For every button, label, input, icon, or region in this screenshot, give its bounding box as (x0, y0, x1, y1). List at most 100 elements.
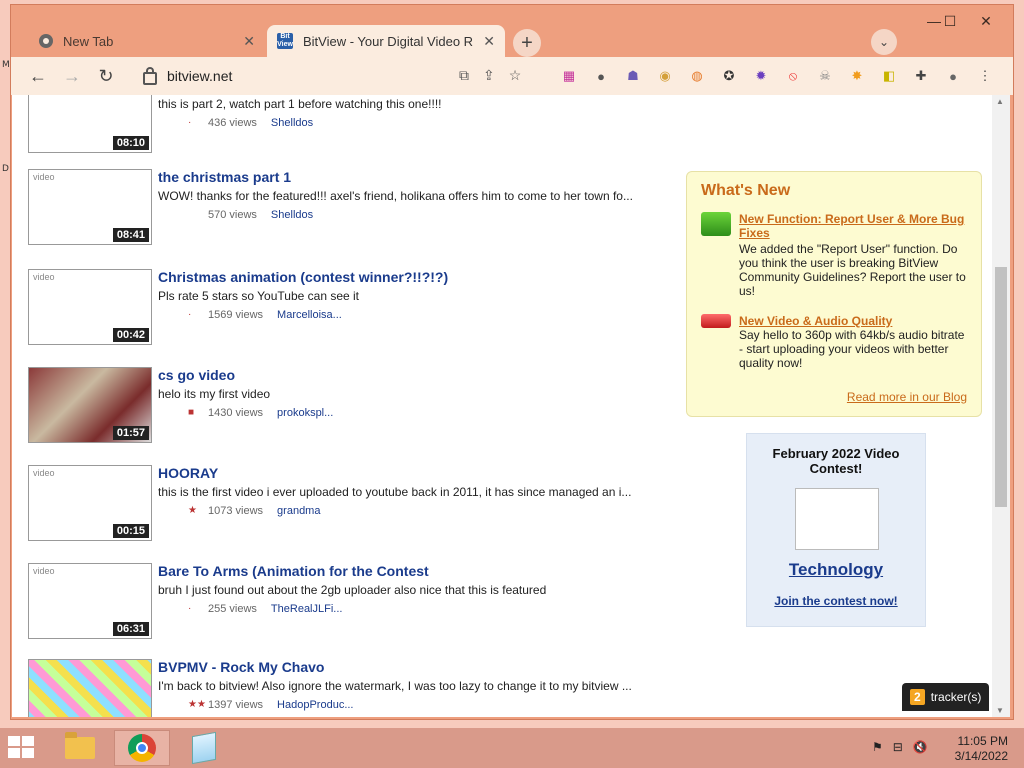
new-tab-button[interactable]: + (513, 29, 541, 57)
tracker-badge[interactable]: 2 tracker(s) (902, 683, 990, 711)
clock[interactable]: 11:05 PM 3/14/2022 (955, 734, 1008, 764)
join-contest-link[interactable]: Join the contest now! (747, 594, 925, 608)
video-icon (701, 314, 731, 328)
bitview-icon: Bit View (277, 33, 293, 49)
scroll-up-icon[interactable]: ▲ (996, 97, 1004, 106)
puzzle-ext-icon[interactable]: ✚ (911, 67, 931, 85)
read-more-link[interactable]: Read more in our Blog (847, 390, 967, 404)
uploader-link[interactable]: Shelldos (271, 117, 313, 129)
network-icon[interactable]: ⊟ (893, 740, 903, 754)
profile-icon[interactable]: ● (943, 67, 963, 85)
view-count: 1569 views (208, 309, 264, 321)
tab-search-button[interactable]: ⌄ (871, 29, 897, 55)
uploader-link[interactable]: TheRealJLFi... (271, 603, 343, 615)
uploader-link[interactable]: grandma (277, 505, 320, 517)
page-scrollbar[interactable]: ▲ ▼ (992, 95, 1010, 717)
system-tray: ⚑ ⊟ 🔇 (872, 740, 928, 754)
rating-icon: ★★ (188, 699, 206, 710)
extensions-row: ▦ ● ☗ ◉ ◍ ✪ ✹ ⦸ ☠ ✸ ◧ ✚ ● ⋮ (559, 67, 995, 85)
video-description: helo its my first video (158, 387, 271, 401)
video-title-link[interactable]: BVPMV - Rock My Chavo (158, 659, 324, 675)
video-duration: 01:57 (112, 426, 149, 440)
video-thumbnail[interactable]: video 06:31 (28, 563, 152, 639)
video-meta: 1397 views HadopProduc... (208, 699, 353, 711)
lock-icon[interactable] (143, 66, 157, 85)
sun-ext-icon[interactable]: ✸ (847, 67, 867, 85)
scroll-thumb[interactable] (995, 267, 1007, 507)
close-window-button[interactable]: ✕ (971, 13, 1001, 30)
tab-bitview[interactable]: Bit View BitView - Your Digital Video Re… (267, 25, 505, 57)
uploader-link[interactable]: HadopProduc... (277, 699, 353, 711)
close-icon[interactable]: ✕ (483, 33, 495, 50)
hat-ext-icon[interactable]: ● (591, 67, 611, 85)
uploader-link[interactable]: Marcelloisa... (277, 309, 342, 321)
close-icon[interactable]: ✕ (243, 33, 255, 50)
tab-strip: New Tab ✕ Bit View BitView - Your Digita… (11, 5, 1013, 57)
news-link[interactable]: New Function: Report User & More Bug Fix… (739, 212, 971, 240)
video-description: this is part 2, watch part 1 before watc… (158, 97, 442, 111)
contest-theme-link[interactable]: Technology (747, 560, 925, 580)
video-description: bruh I just found out about the 2gb uplo… (158, 583, 547, 597)
video-meta: 1430 views prokokspl... (208, 407, 333, 419)
video-title-link[interactable]: Bare To Arms (Animation for the Contest (158, 563, 429, 579)
rating-icon: · (188, 117, 192, 128)
update-icon (701, 212, 731, 236)
uploader-link[interactable]: prokokspl... (277, 407, 333, 419)
video-row: video 00:42 Christmas animation (contest w… (28, 269, 668, 349)
video-row: video 06:31 Bare To Arms (Animation for th… (28, 563, 668, 643)
video-description: I'm back to bitview! Also ignore the wat… (158, 679, 632, 693)
address-text[interactable]: bitview.net (167, 68, 232, 84)
back-button[interactable]: ← (23, 66, 53, 87)
video-thumbnail[interactable]: video 08:41 (28, 169, 152, 245)
uploader-link[interactable]: Shelldos (271, 209, 313, 221)
share-icon[interactable]: ⇪ (483, 67, 495, 84)
chrome-taskbar-button[interactable] (114, 730, 170, 766)
video-thumbnail[interactable]: video 00:42 (28, 269, 152, 345)
video-thumbnail[interactable]: video 00:15 (28, 465, 152, 541)
tracker-label: tracker(s) (930, 690, 982, 704)
bookmark-star-icon[interactable]: ☆ (509, 67, 522, 84)
forward-button[interactable]: → (57, 66, 87, 87)
whats-new-panel: What's New New Function: Report User & M… (686, 171, 982, 417)
video-title-link[interactable]: Christmas animation (contest winner?!!?!… (158, 269, 448, 285)
video-title-link[interactable]: HOORAY (158, 465, 218, 481)
colors-ext-icon[interactable]: ▦ (559, 67, 579, 85)
taskbar: ⚑ ⊟ 🔇 11:05 PM 3/14/2022 (0, 728, 1024, 768)
menu-icon[interactable]: ⋮ (975, 67, 995, 85)
scroll-down-icon[interactable]: ▼ (996, 706, 1004, 715)
video-title-link[interactable]: the christmas part 1 (158, 169, 291, 185)
tab-new-tab[interactable]: New Tab ✕ (29, 25, 265, 57)
video-thumbnail[interactable]: video08:10 (28, 95, 152, 153)
bee-ext-icon[interactable]: ◧ (879, 67, 899, 85)
view-count: 436 views (208, 117, 257, 129)
start-button[interactable] (8, 736, 36, 760)
news-link[interactable]: New Video & Audio Quality (739, 314, 971, 328)
skull-ext-icon[interactable]: ☠ (815, 67, 835, 85)
volume-muted-icon[interactable]: 🔇 (913, 740, 928, 754)
file-explorer-icon (65, 732, 95, 759)
block-ext-icon[interactable]: ⦸ (783, 67, 803, 85)
maximize-button[interactable]: ☐ (935, 13, 965, 30)
contest-image[interactable] (795, 488, 879, 550)
doge-ext-icon[interactable]: ◉ (655, 67, 675, 85)
tab-title: BitView - Your Digital Video Repo (303, 33, 474, 49)
video-title-link[interactable]: cs go video (158, 367, 235, 383)
video-thumbnail[interactable]: 01:57 (28, 367, 152, 443)
reload-button[interactable]: ↻ (91, 66, 121, 87)
globe-ext-icon[interactable]: ✪ (719, 67, 739, 85)
ball-ext-icon[interactable]: ◍ (687, 67, 707, 85)
file-explorer-button[interactable] (52, 730, 108, 766)
video-duration: 08:41 (112, 228, 149, 242)
rating-icon: · (188, 603, 192, 614)
address-actions: ⧉ ⇪ ☆ (459, 67, 521, 84)
broken-image-icon: video (33, 172, 55, 182)
video-row: video 08:41 the christmas part 1 WOW! thank… (28, 169, 668, 249)
invader-ext-icon[interactable]: ☗ (623, 67, 643, 85)
star-ext-icon[interactable]: ✹ (751, 67, 771, 85)
flag-icon[interactable]: ⚑ (872, 740, 883, 754)
popup-blocked-icon[interactable]: ⧉ (459, 67, 469, 84)
video-thumbnail[interactable] (28, 659, 152, 717)
contest-panel: February 2022 Video Contest! Technology … (746, 433, 926, 627)
notepad-button[interactable] (176, 730, 232, 766)
video-duration: 08:10 (112, 136, 149, 150)
